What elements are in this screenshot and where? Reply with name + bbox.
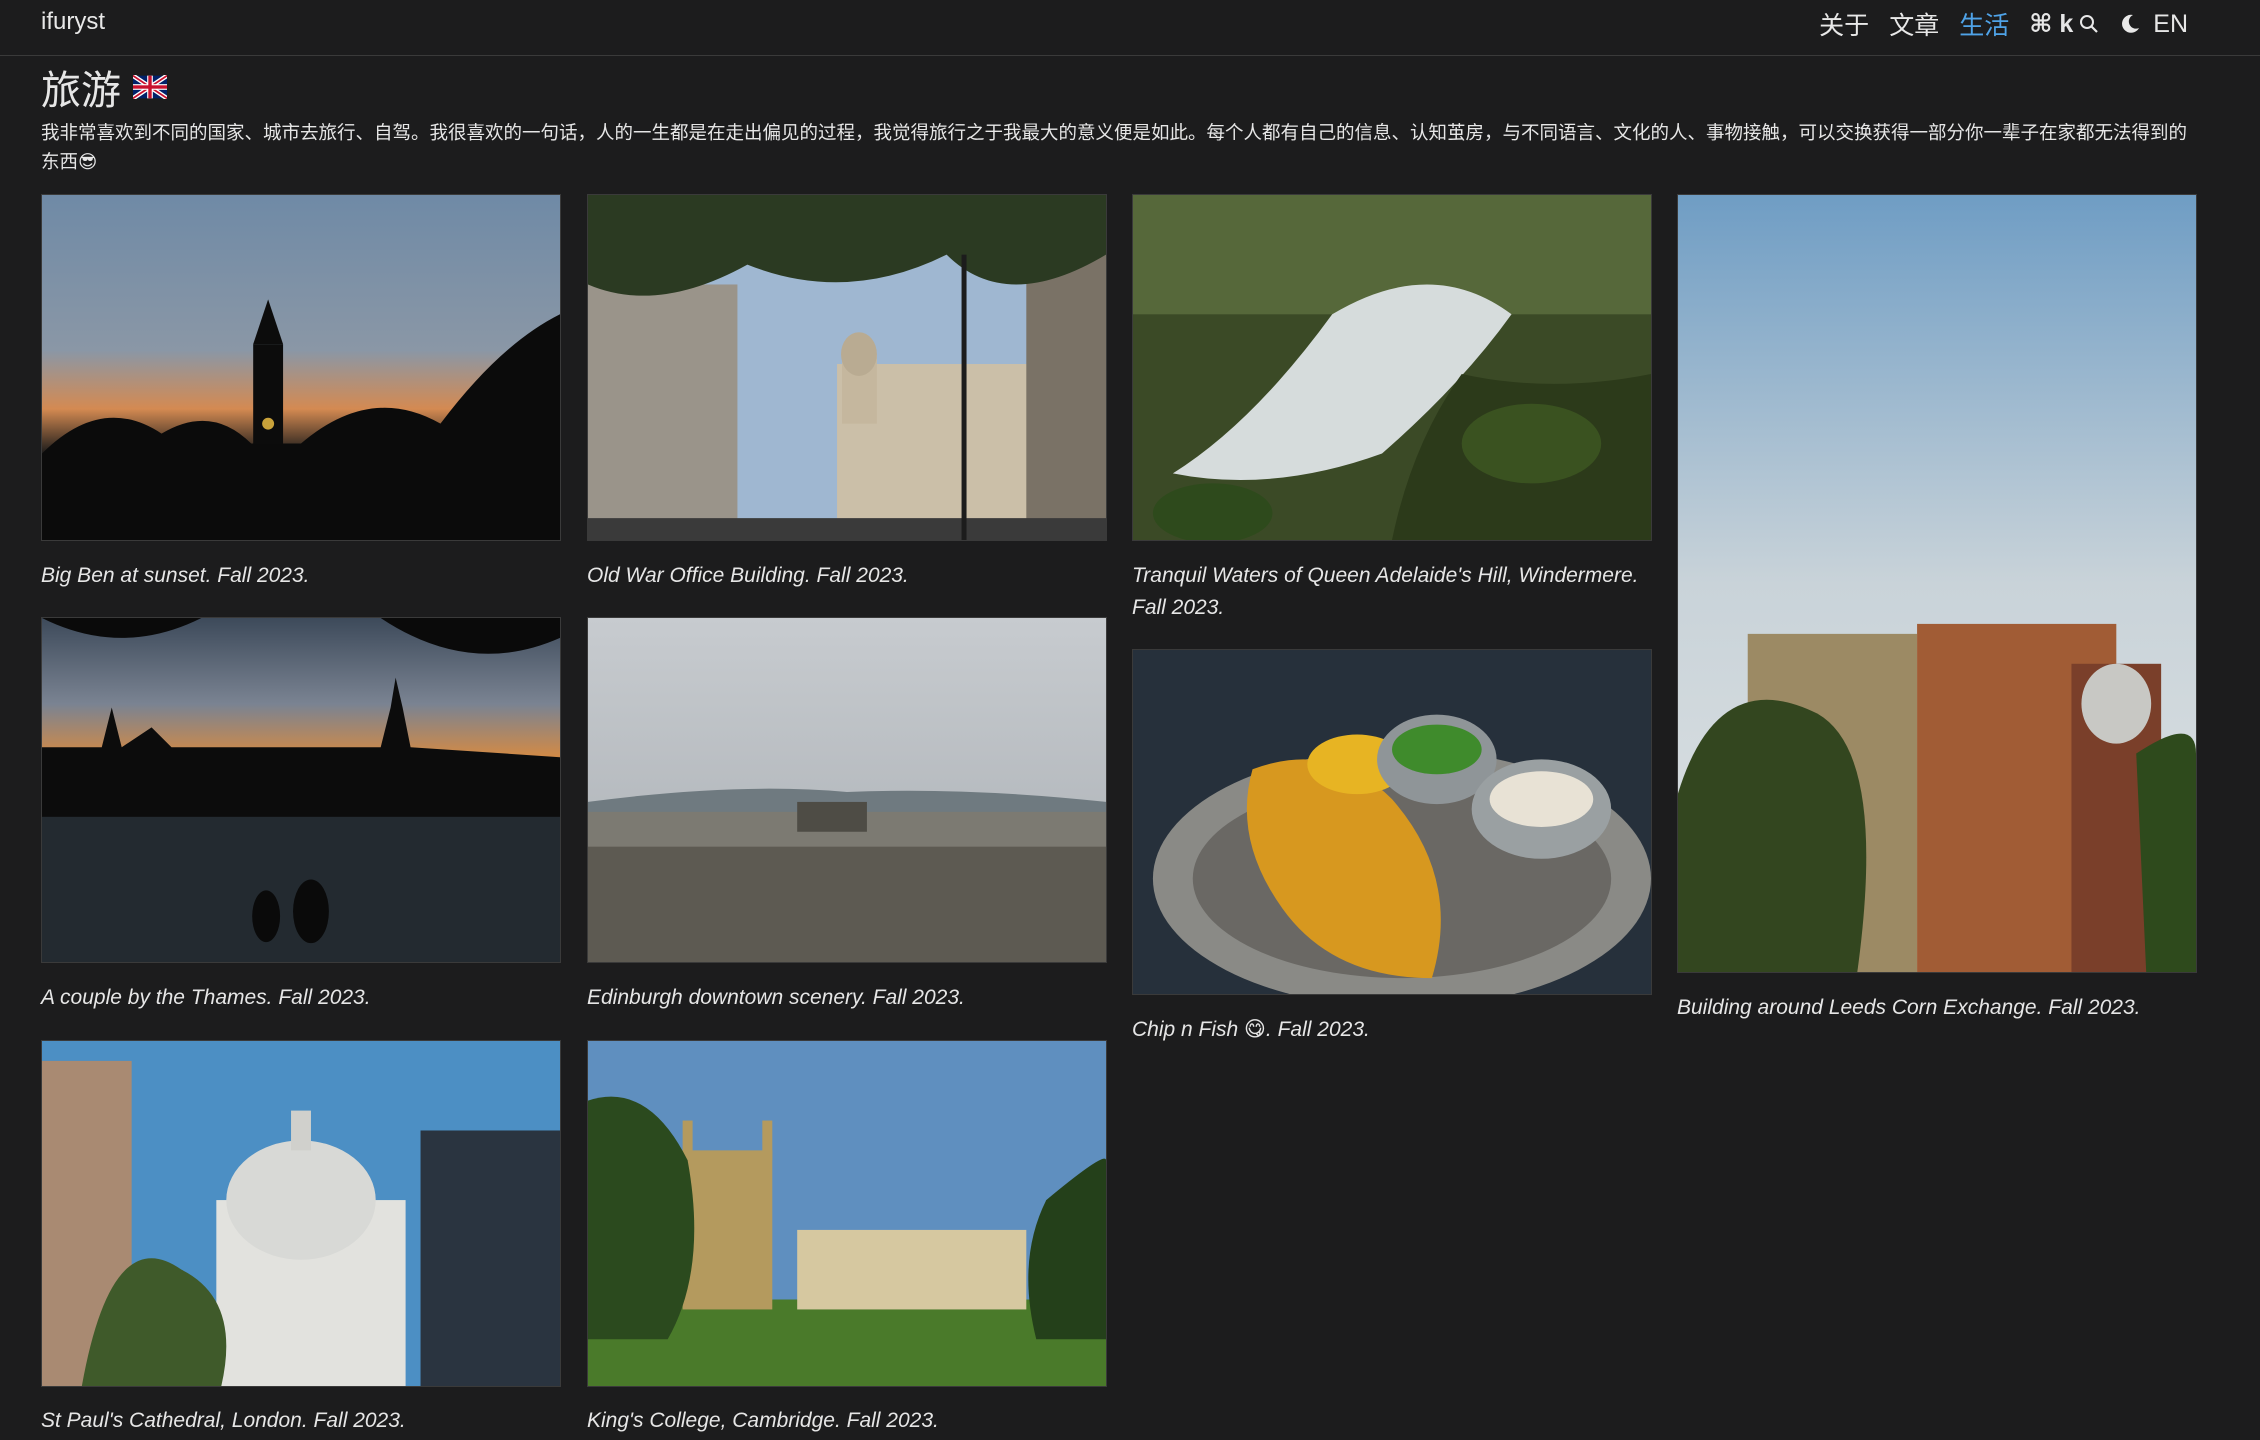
photo-st-pauls[interactable] (41, 1040, 561, 1387)
photo-caption: St Paul's Cathedral, London. Fall 2023. (41, 1409, 406, 1432)
photo-caption: A couple by the Thames. Fall 2023. (41, 986, 371, 1009)
moon-icon[interactable] (2119, 13, 2141, 35)
photo-caption: Tranquil Waters of Queen Adelaide's Hill… (1132, 564, 1639, 619)
language-switch[interactable]: EN (2153, 10, 2188, 39)
photo-caption: King's College, Cambridge. Fall 2023. (587, 1409, 939, 1432)
search-icon (2080, 15, 2099, 33)
photo-couple-thames[interactable] (41, 617, 561, 963)
photo-caption: Edinburgh downtown scenery. Fall 2023. (587, 986, 965, 1009)
photo-caption: Building around Leeds Corn Exchange. Fal… (1677, 996, 2141, 1019)
photo-caption: Chip n Fish 😋. Fall 2023. (1132, 1018, 1370, 1041)
top-navbar: ifuryst 关于 文章 生活 ⌘ k EN (0, 0, 2260, 56)
photo-caption: Big Ben at sunset. Fall 2023. (41, 564, 310, 587)
photo-old-war-office[interactable] (587, 194, 1107, 541)
search-shortcut-label: ⌘ k (2029, 10, 2074, 38)
nav-item-life[interactable]: 生活 (1959, 6, 2009, 42)
photo-windermere-waterfall[interactable] (1132, 194, 1652, 541)
photo-big-ben[interactable] (41, 194, 561, 541)
page-title: 旅游 (41, 58, 167, 116)
site-brand[interactable]: ifuryst (41, 8, 105, 36)
nav-item-about[interactable]: 关于 (1819, 6, 1869, 42)
photo-leeds-corn-exchange[interactable] (1677, 194, 2197, 973)
photo-edinburgh[interactable] (587, 617, 1107, 963)
photo-caption: Old War Office Building. Fall 2023. (587, 564, 909, 587)
page-intro: 我非常喜欢到不同的国家、城市去旅行、自驾。我很喜欢的一句话，人的一生都是在走出偏… (41, 122, 2188, 172)
uk-flag-icon (133, 75, 167, 99)
search-button[interactable]: ⌘ k (2029, 9, 2099, 39)
page-title-text: 旅游 (41, 69, 121, 113)
nav-menu: 关于 文章 生活 ⌘ k EN (1819, 6, 2188, 42)
photo-kings-college[interactable] (587, 1040, 1107, 1387)
photo-chip-n-fish[interactable] (1132, 649, 1652, 995)
nav-item-articles[interactable]: 文章 (1889, 6, 1939, 42)
theme-lang-controls: EN (2119, 10, 2188, 39)
